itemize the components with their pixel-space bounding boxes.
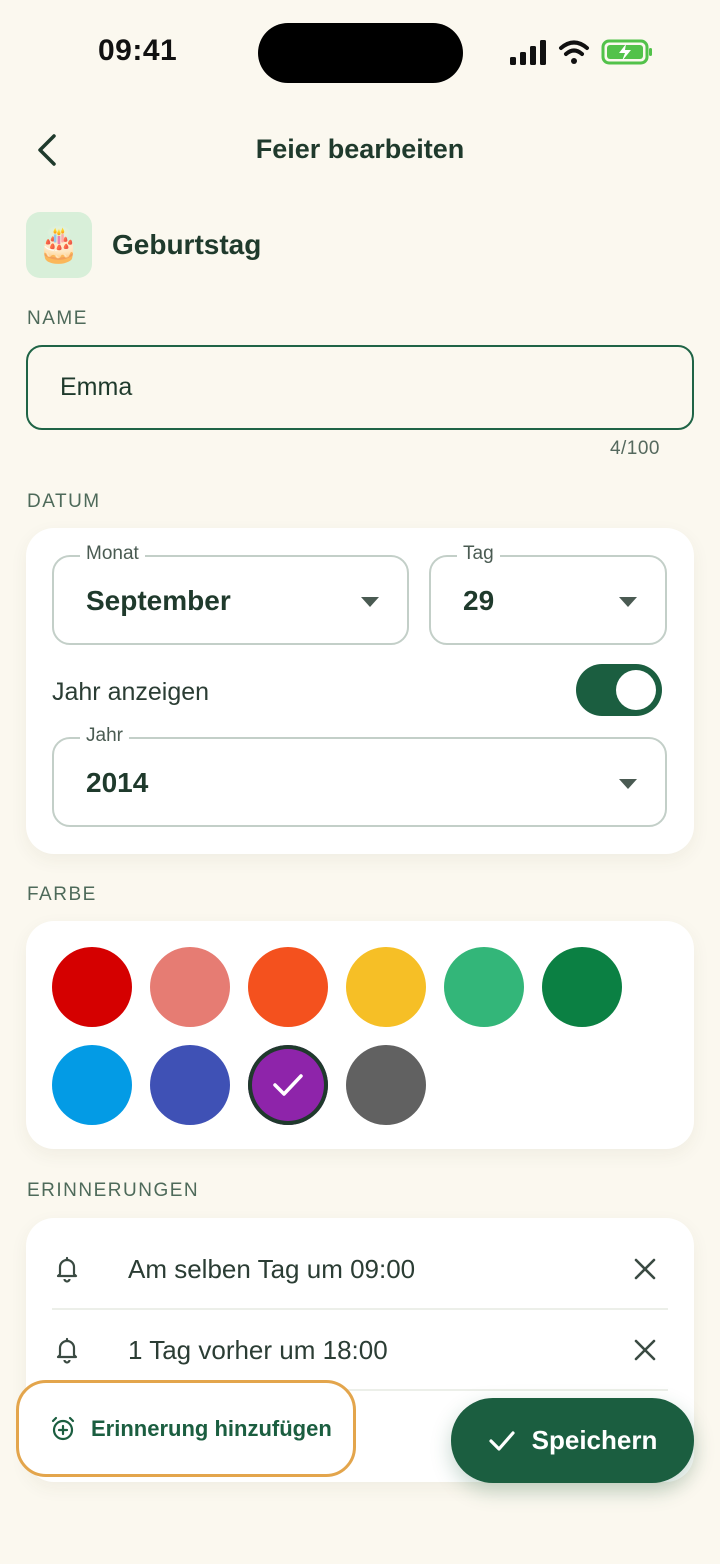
color-swatch[interactable] [52,947,132,1027]
add-reminder-label: Erinnerung hinzufügen [91,1415,332,1441]
check-icon [248,1045,328,1125]
color-swatch[interactable] [346,1045,426,1125]
month-dropdown[interactable]: Monat September [52,543,409,645]
color-swatch[interactable] [248,1045,328,1125]
page-title: Feier bearbeiten [255,134,465,164]
signal-icon [510,40,546,65]
reminder-item: Am selben Tag um 09:00 [52,1230,668,1310]
status-icons [510,38,660,68]
month-legend: Monat [80,543,145,565]
dropdown-arrow-icon [361,597,379,607]
year-dropdown[interactable]: Jahr 2014 [52,725,667,827]
date-card: Monat September Tag 29 Jahr anzeigen Jah… [26,528,694,854]
color-swatch[interactable] [542,947,622,1027]
reminder-text: Am selben Tag um 09:00 [128,1254,416,1284]
bell-icon [56,1337,78,1364]
battery-icon [601,39,652,65]
remove-reminder-close-icon[interactable] [628,1252,662,1286]
color-section-label: FARBE [27,884,97,905]
dropdown-arrow-icon [619,779,637,789]
day-value: 29 [463,585,495,616]
status-bar: 09:41 [0,0,720,100]
bell-icon [56,1256,78,1283]
toggle-knob [616,670,656,710]
category-label: Geburtstag [112,229,262,260]
save-button-label: Speichern [531,1425,658,1455]
check-icon [489,1430,515,1451]
birthday-cake-icon: 🎂 [26,212,92,278]
color-swatch[interactable] [150,947,230,1027]
wifi-icon [559,40,589,64]
color-card [26,921,694,1149]
reminders-section-label: ERINNERUNGEN [27,1180,200,1201]
add-reminder-button[interactable]: Erinnerung hinzufügen [16,1380,356,1477]
color-swatch[interactable] [444,947,524,1027]
name-section-label: NAME [27,308,88,329]
dynamic-island [258,23,463,83]
name-input-value: Emma [60,373,133,401]
status-time: 09:41 [98,34,178,67]
year-value: 2014 [86,767,149,798]
save-button[interactable]: Speichern [451,1398,694,1483]
color-swatch[interactable] [346,947,426,1027]
month-value: September [86,585,231,616]
category-row: 🎂 Geburtstag [26,212,261,278]
reminder-item: 1 Tag vorher um 18:00 [52,1311,668,1391]
header: Feier bearbeiten [0,120,720,180]
year-legend: Jahr [80,725,129,747]
day-legend: Tag [457,543,500,565]
divider [52,1308,668,1310]
alarm-add-icon [51,1416,75,1440]
color-swatch[interactable] [150,1045,230,1125]
show-year-label: Jahr anzeigen [52,678,210,706]
date-section-label: DATUM [27,491,101,512]
show-year-toggle[interactable] [576,664,662,716]
color-swatch[interactable] [248,947,328,1027]
color-swatch[interactable] [52,1045,132,1125]
day-dropdown[interactable]: Tag 29 [429,543,667,645]
name-char-counter: 4/100 [609,438,660,459]
name-input[interactable]: Emma [26,345,694,430]
reminder-text: 1 Tag vorher um 18:00 [128,1335,388,1365]
dropdown-arrow-icon [619,597,637,607]
remove-reminder-close-icon[interactable] [628,1333,662,1367]
